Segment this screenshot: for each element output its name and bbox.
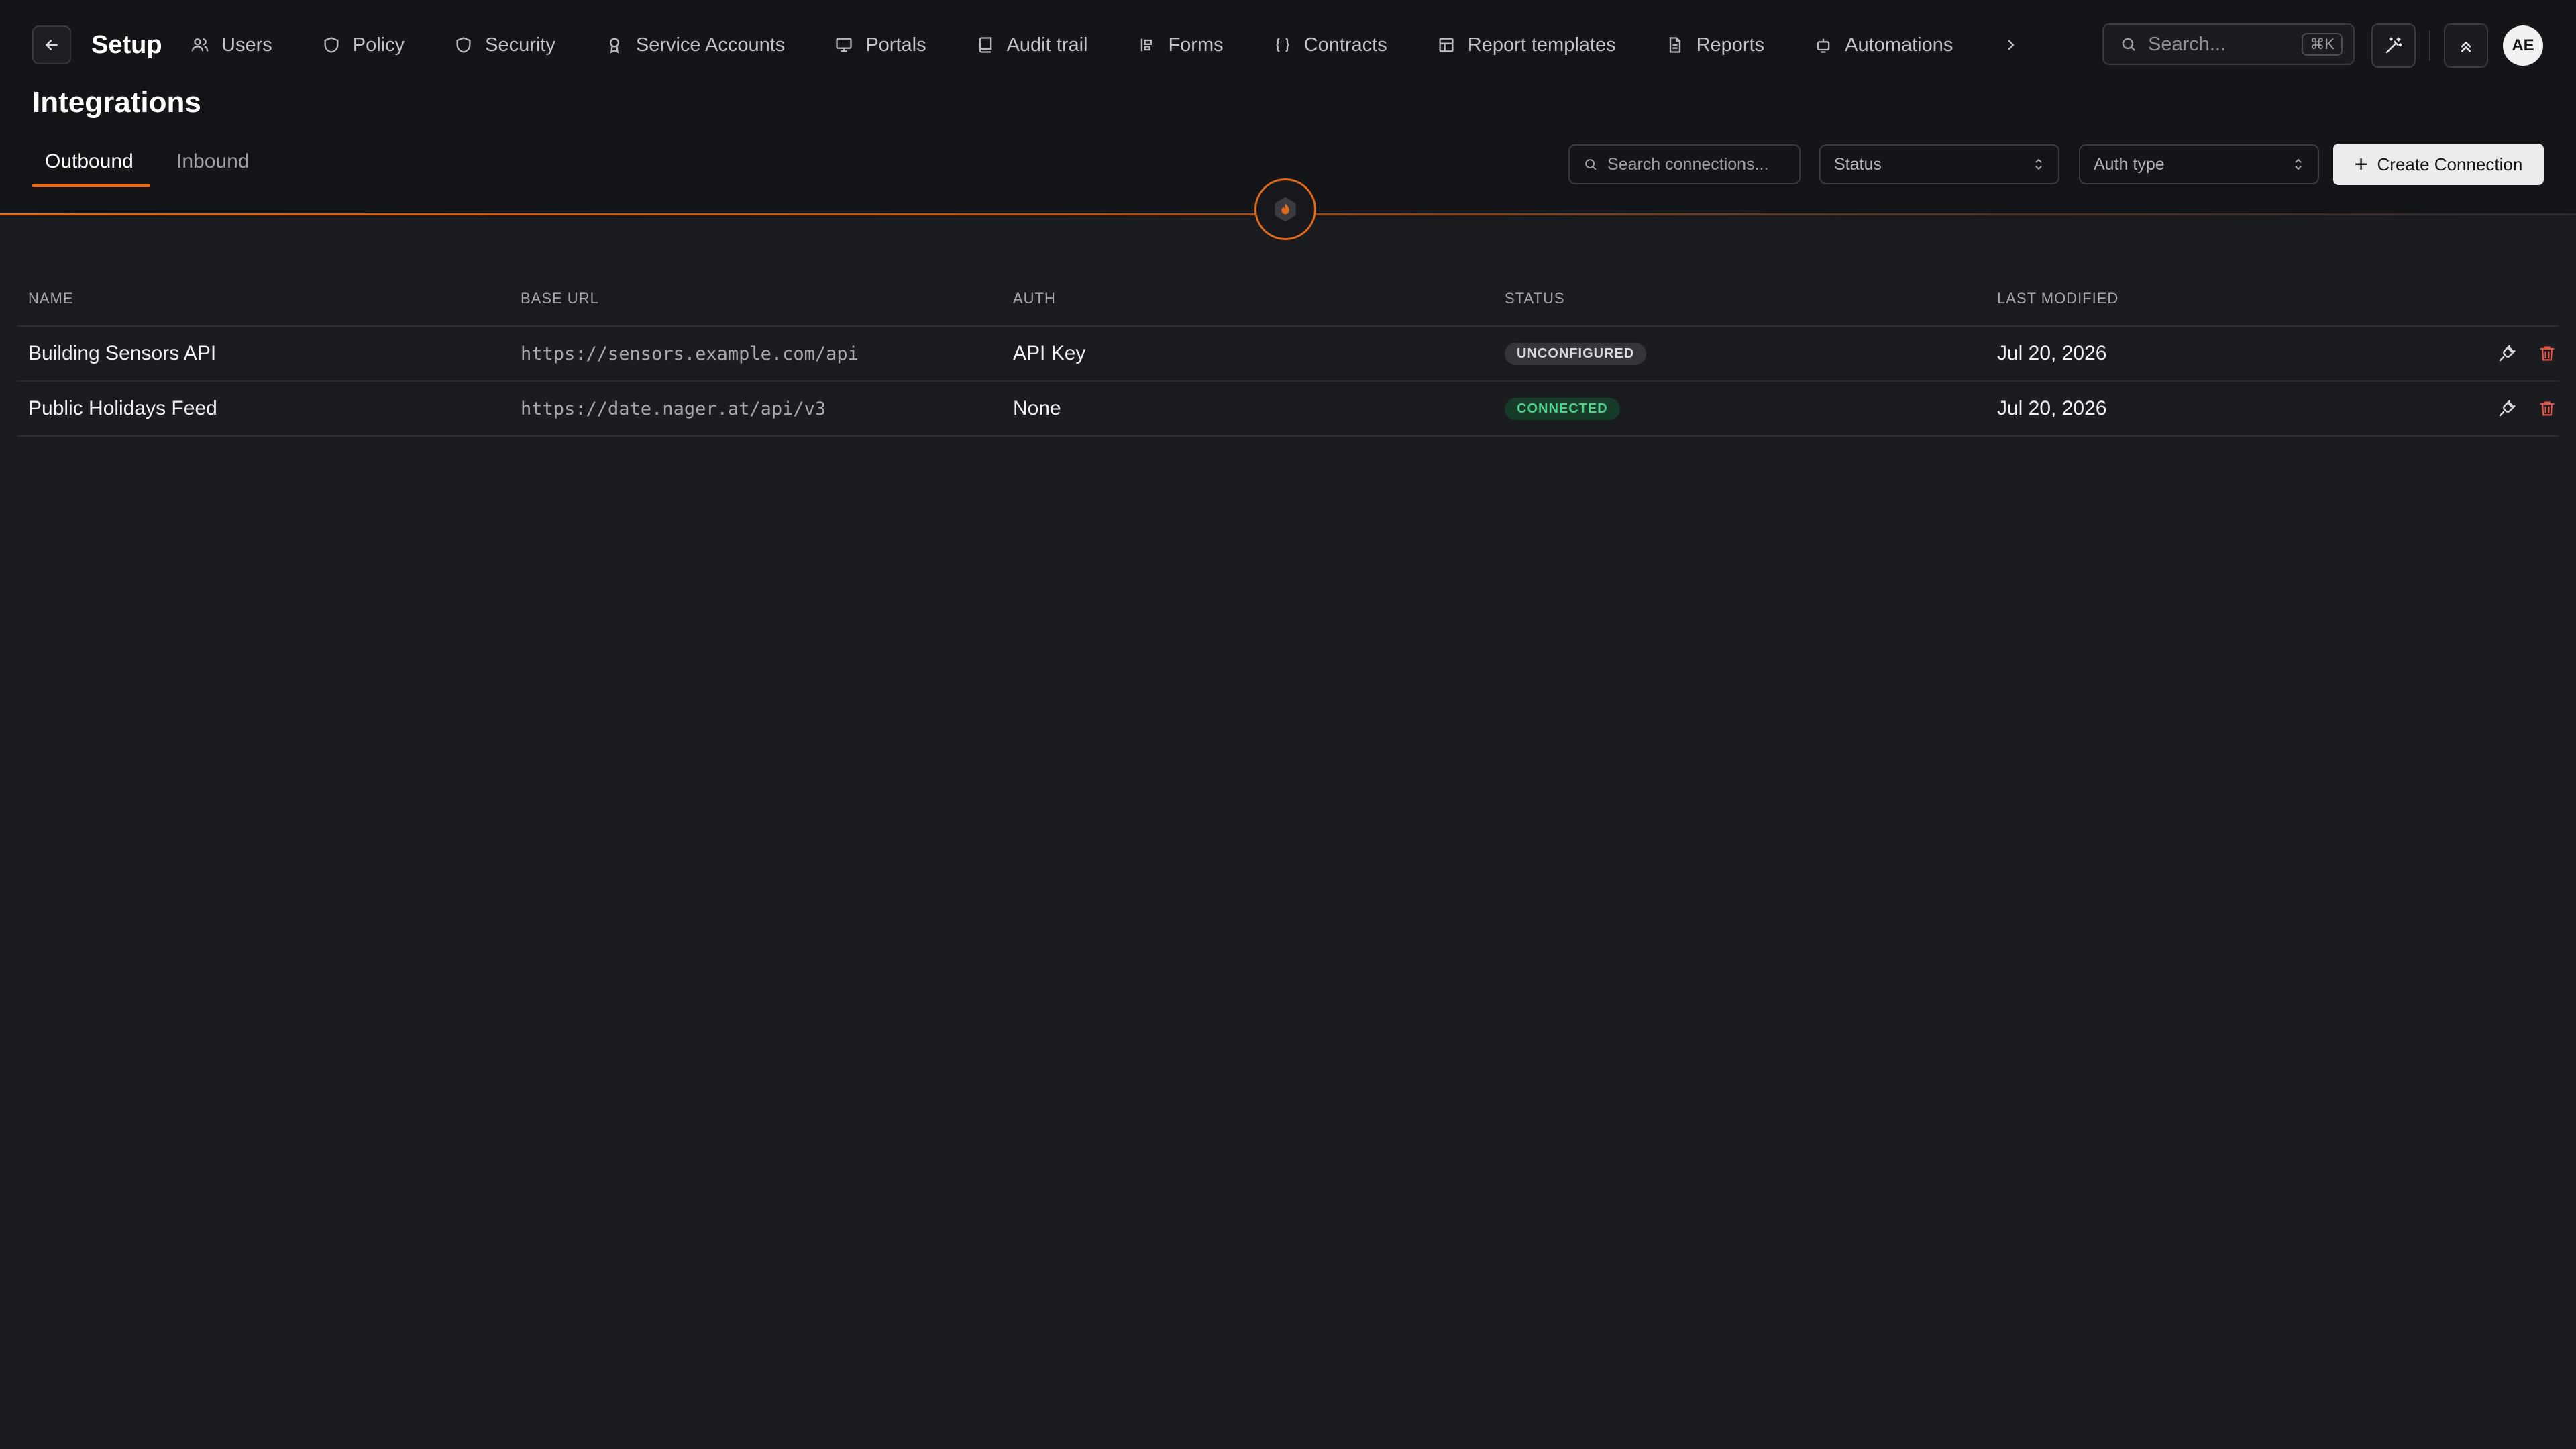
row-auth: None xyxy=(1013,397,1061,419)
loading-spinner xyxy=(1254,178,1316,240)
app-title: Setup xyxy=(91,30,162,59)
header-name: NAME xyxy=(28,290,74,307)
plus-icon: + xyxy=(2354,152,2368,177)
flame-logo-icon xyxy=(1275,197,1296,222)
nav-reports-label: Reports xyxy=(1696,34,1765,56)
trash-icon xyxy=(2540,346,2555,361)
main-nav: Users Policy Security Service Accounts P… xyxy=(191,24,2031,66)
connection-search-input[interactable]: Search connections... xyxy=(1568,144,1801,184)
auth-type-filter-label: Auth type xyxy=(2094,154,2165,174)
row-last-modified: Jul 20, 2026 xyxy=(1997,397,2107,419)
nav-forms-label: Forms xyxy=(1168,34,1224,56)
row-actions xyxy=(2478,327,2559,380)
template-icon xyxy=(1439,38,1454,52)
table-row[interactable]: Building Sensors API https://sensors.exa… xyxy=(17,327,2559,382)
nav-contracts-label: Contracts xyxy=(1303,34,1387,56)
plug-icon xyxy=(2499,345,2516,362)
row-base-url: https://sensors.example.com/api xyxy=(521,343,859,364)
braces-icon xyxy=(1276,38,1289,52)
row-status: CONNECTED xyxy=(1505,382,1620,435)
collapse-button[interactable] xyxy=(2444,23,2488,68)
status-filter-label: Status xyxy=(1834,154,1882,174)
delete-button[interactable] xyxy=(2536,397,2559,420)
chevron-up-down-icon xyxy=(2035,158,2042,170)
delete-button[interactable] xyxy=(2536,342,2559,365)
search-placeholder: Search... xyxy=(2148,33,2226,55)
status-badge: UNCONFIGURED xyxy=(1505,342,1647,365)
magic-wand-icon xyxy=(2385,37,2402,54)
status-filter-select[interactable]: Status xyxy=(1819,144,2059,184)
nav-reports[interactable]: Reports xyxy=(1666,34,1765,56)
book-icon xyxy=(979,37,991,53)
trash-icon xyxy=(2540,401,2555,416)
row-name: Building Sensors API xyxy=(28,342,217,364)
nav-automations-label: Automations xyxy=(1845,34,1953,56)
arrow-left-icon xyxy=(46,40,58,50)
header-base-url: BASE URL xyxy=(521,290,599,307)
search-icon xyxy=(1585,159,1597,170)
nav-portals[interactable]: Portals xyxy=(835,34,926,56)
users-icon xyxy=(191,38,209,52)
chevron-up-down-icon xyxy=(2295,158,2302,170)
nav-policy[interactable]: Policy xyxy=(322,34,405,56)
chevron-right-icon xyxy=(2008,40,2015,50)
create-connection-label: Create Connection xyxy=(2377,154,2523,174)
nav-service-accounts-label: Service Accounts xyxy=(635,34,786,56)
file-icon xyxy=(1669,37,1680,53)
nav-forms[interactable]: Forms xyxy=(1137,34,1224,56)
connection-search-placeholder: Search connections... xyxy=(1607,154,1769,174)
nav-audit-trail-label: Audit trail xyxy=(1006,34,1088,56)
test-connection-button[interactable] xyxy=(2496,397,2518,420)
forms-icon xyxy=(1141,38,1152,52)
row-auth: API Key xyxy=(1013,342,1086,364)
row-last-modified: Jul 20, 2026 xyxy=(1997,342,2107,364)
chevrons-up-icon xyxy=(2461,42,2471,52)
active-tab-indicator xyxy=(32,184,150,187)
nav-portals-label: Portals xyxy=(865,34,926,56)
page-title: Integrations xyxy=(32,86,201,119)
nav-scroll-right[interactable] xyxy=(2002,37,2031,53)
nav-audit-trail[interactable]: Audit trail xyxy=(976,34,1088,56)
row-base-url: https://date.nager.at/api/v3 xyxy=(521,398,826,419)
brand: Setup xyxy=(32,24,162,66)
header-status: STATUS xyxy=(1505,290,1565,307)
row-actions xyxy=(2478,382,2559,435)
nav-policy-label: Policy xyxy=(352,34,405,56)
global-search[interactable]: Search... ⌘K xyxy=(2102,23,2355,65)
nav-users[interactable]: Users xyxy=(191,34,272,56)
toolbar-divider xyxy=(2429,31,2430,60)
robot-icon xyxy=(1817,38,1830,53)
back-button[interactable] xyxy=(32,25,71,64)
status-badge: CONNECTED xyxy=(1505,397,1620,420)
row-status: UNCONFIGURED xyxy=(1505,327,1647,380)
nav-service-accounts[interactable]: Service Accounts xyxy=(605,34,785,56)
nav-security-label: Security xyxy=(485,34,555,56)
nav-report-templates-label: Report templates xyxy=(1467,34,1616,56)
search-icon xyxy=(2122,38,2136,52)
test-connection-button[interactable] xyxy=(2496,342,2518,365)
nav-users-label: Users xyxy=(221,34,272,56)
header-auth: AUTH xyxy=(1013,290,1056,307)
magic-wand-button[interactable] xyxy=(2371,23,2416,68)
table-row[interactable]: Public Holidays Feed https://date.nager.… xyxy=(17,382,2559,437)
search-shortcut: ⌘K xyxy=(2302,33,2343,56)
monitor-icon xyxy=(836,38,852,52)
auth-type-filter-select[interactable]: Auth type xyxy=(2079,144,2319,184)
row-name: Public Holidays Feed xyxy=(28,397,217,419)
nav-report-templates[interactable]: Report templates xyxy=(1437,34,1616,56)
nav-security[interactable]: Security xyxy=(454,34,555,56)
tab-inbound[interactable]: Inbound xyxy=(176,150,249,173)
badge-icon xyxy=(609,38,619,54)
shield-icon xyxy=(324,37,339,53)
nav-automations[interactable]: Automations xyxy=(1814,34,1953,56)
header-last-modified: LAST MODIFIED xyxy=(1997,290,2119,307)
create-connection-button[interactable]: + Create Connection xyxy=(2333,144,2544,185)
tab-outbound[interactable]: Outbound xyxy=(45,150,133,173)
nav-contracts[interactable]: Contracts xyxy=(1273,34,1387,56)
shield-icon xyxy=(456,37,471,53)
user-avatar[interactable]: AE xyxy=(2503,25,2543,66)
plug-icon xyxy=(2499,400,2516,417)
